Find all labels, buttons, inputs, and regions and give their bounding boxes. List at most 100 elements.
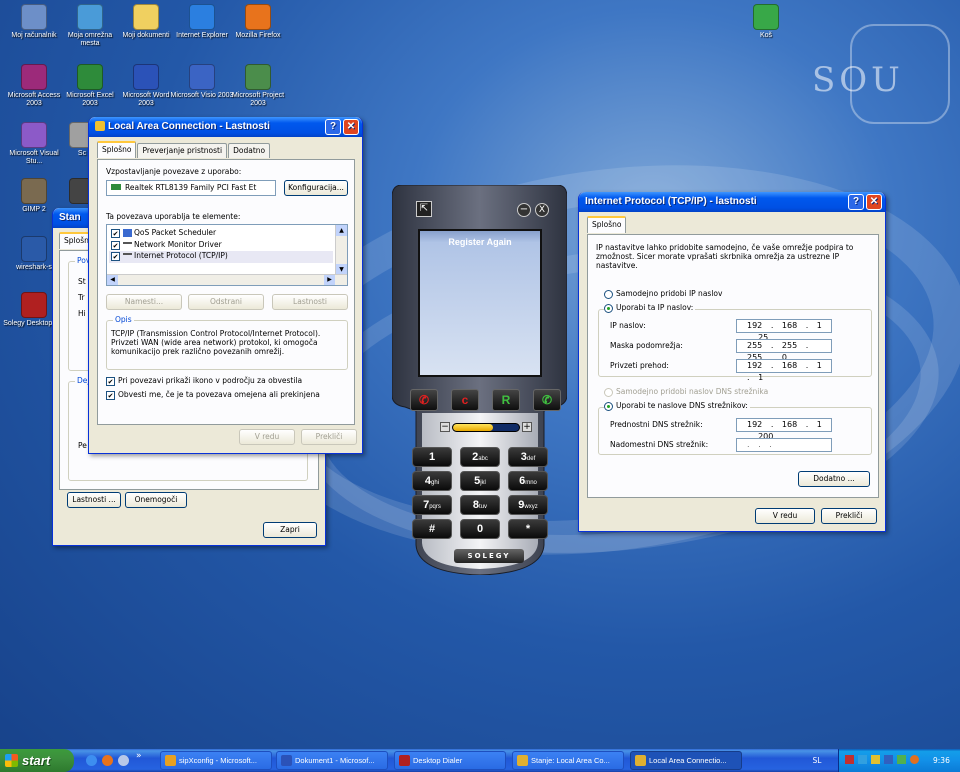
components-list[interactable]: ✔ QoS Packet Scheduler ✔ Network Monitor D…	[106, 224, 348, 286]
quick-launch-overflow[interactable]: »	[136, 751, 142, 761]
clock[interactable]: 9:36	[933, 749, 950, 772]
tray-icon-4[interactable]	[884, 755, 893, 764]
list-item[interactable]: ✔ Network Monitor Driver	[111, 240, 222, 250]
tray-icon-1[interactable]	[845, 755, 854, 764]
close-icon[interactable]: X	[535, 203, 549, 217]
tray-icon-3[interactable]	[871, 755, 880, 764]
help-icon[interactable]: ?	[325, 119, 341, 135]
manual-dns-option[interactable]: Uporabi te naslove DNS strežnikov:	[604, 401, 750, 411]
checkbox-checked[interactable]: ✔	[111, 251, 120, 261]
keypad-key[interactable]: 0	[460, 519, 500, 539]
subnet-mask-field[interactable]: 255 . 255 . 255 . 0	[736, 339, 832, 362]
close-icon[interactable]: ✕	[866, 194, 882, 210]
status-close-button[interactable]: Zapri	[263, 522, 317, 538]
clear-button[interactable]: c	[451, 389, 479, 411]
horizontal-scrollbar[interactable]: ◀ ▶	[107, 274, 347, 285]
list-item[interactable]: ✔ QoS Packet Scheduler	[111, 228, 216, 238]
ok-button[interactable]: V redu	[239, 429, 295, 445]
keypad-key[interactable]: 7pqrs	[412, 495, 452, 515]
manual-ip-option[interactable]: Uporabi ta IP naslov:	[604, 303, 696, 313]
component-properties-button[interactable]: Lastnosti	[272, 294, 348, 310]
volume-up-icon[interactable]: +	[522, 422, 532, 432]
start-button[interactable]: start	[0, 749, 74, 772]
tab-general[interactable]: Splošno	[97, 141, 137, 158]
scroll-right-icon[interactable]: ▶	[324, 275, 335, 285]
taskbar-item-sipxconfig[interactable]: sipXconfig - Microsoft...	[160, 751, 272, 770]
language-indicator[interactable]: SL	[804, 749, 830, 772]
show-icon-option[interactable]: ✔ Pri povezavi prikaži ikono v področju z…	[106, 376, 302, 386]
disable-button[interactable]: Onemogoči	[125, 492, 187, 508]
scroll-up-icon[interactable]: ▲	[336, 225, 347, 236]
desktop-icon-internet-explorer[interactable]: Internet Explorer	[170, 4, 234, 40]
cancel-button[interactable]: Prekliči	[301, 429, 357, 445]
tray-icon-5[interactable]	[897, 755, 906, 764]
auto-dns-option[interactable]: Samodejno pridobi naslov DNS strežnika	[604, 387, 768, 397]
install-button[interactable]: Namesti...	[106, 294, 182, 310]
keypad-key[interactable]: 3def	[508, 447, 548, 467]
checkbox-checked[interactable]: ✔	[111, 228, 120, 238]
lan-properties-titlebar[interactable]: Local Area Connection - Lastnosti ? ✕	[89, 117, 362, 137]
ie-quick-launch-icon[interactable]	[86, 755, 97, 766]
close-icon[interactable]: ✕	[343, 119, 359, 135]
ok-button[interactable]: V redu	[755, 508, 815, 524]
firefox-quick-launch-icon[interactable]	[102, 755, 113, 766]
preferred-dns-field[interactable]: 192 . 168 . 1 . 200	[736, 418, 832, 441]
taskbar-item-lan-properties[interactable]: Local Area Connectio...	[630, 751, 742, 770]
taskbar-item-desktop-dialer[interactable]: Desktop Dialer	[394, 751, 506, 770]
expand-icon[interactable]: ⇱	[416, 201, 432, 217]
help-icon[interactable]: ?	[848, 194, 864, 210]
auto-ip-option[interactable]: Samodejno pridobi IP naslov	[604, 289, 722, 299]
taskbar-item-word[interactable]: Dokument1 - Microsof...	[276, 751, 388, 770]
call-icon[interactable]: ✆	[533, 389, 561, 411]
minimize-icon[interactable]: −	[517, 203, 531, 217]
scroll-left-icon[interactable]: ◀	[107, 275, 118, 285]
checkbox-checked[interactable]: ✔	[111, 240, 120, 250]
desktop-icon-visio[interactable]: Microsoft Visio 2003	[170, 64, 234, 100]
keypad-key[interactable]: #	[412, 519, 452, 539]
uninstall-button[interactable]: Odstrani	[188, 294, 264, 310]
keypad-key[interactable]: 9wxyz	[508, 495, 548, 515]
alternate-dns-field[interactable]: . . .	[736, 438, 832, 452]
keypad-key[interactable]: 8tuv	[460, 495, 500, 515]
desktop-icon-firefox[interactable]: Mozilla Firefox	[226, 4, 290, 40]
radio-selected[interactable]	[604, 303, 613, 313]
keypad-key[interactable]: *	[508, 519, 548, 539]
keypad-key[interactable]: 5jkl	[460, 471, 500, 491]
hangup-icon[interactable]: ✆	[410, 389, 438, 411]
desktop-icon-excel[interactable]: Microsoft Excel 2003	[58, 64, 122, 108]
default-gateway-field[interactable]: 192 . 168 . 1 . 1	[736, 359, 832, 382]
radio-selected[interactable]	[604, 401, 613, 411]
checkbox-checked[interactable]: ✔	[106, 376, 115, 386]
tab-advanced[interactable]: Dodatno	[228, 143, 271, 158]
tcpip-titlebar[interactable]: Internet Protocol (TCP/IP) - lastnosti ?…	[579, 192, 885, 212]
tray-icon-6[interactable]	[910, 755, 919, 764]
keypad-key[interactable]: 4ghi	[412, 471, 452, 491]
status-properties-button[interactable]: Lastnosti ...	[67, 492, 121, 508]
list-item-selected[interactable]: ✔ Internet Protocol (TCP/IP)	[109, 251, 333, 263]
desktop-icon-word[interactable]: Microsoft Word 2003	[114, 64, 178, 108]
keypad-key[interactable]: 1	[412, 447, 452, 467]
checkbox-checked[interactable]: ✔	[106, 390, 115, 400]
volume-down-icon[interactable]: −	[440, 422, 450, 432]
ip-address-field[interactable]: 192 . 168 . 1 . 25	[736, 319, 832, 342]
volume-slider[interactable]	[452, 423, 520, 432]
radio-disabled[interactable]	[604, 387, 613, 397]
notify-option[interactable]: ✔ Obvesti me, če je ta povezava omejena a…	[106, 390, 320, 400]
desktop-icon-access[interactable]: Microsoft Access 2003	[2, 64, 66, 108]
desktop-icon-project[interactable]: Microsoft Project 2003	[226, 64, 290, 108]
tab-authentication[interactable]: Preverjanje pristnosti	[137, 143, 228, 158]
redial-button[interactable]: R	[492, 389, 520, 411]
app-quick-launch-icon[interactable]	[118, 755, 129, 766]
vertical-scrollbar[interactable]: ▲ ▼	[335, 225, 347, 275]
keypad-key[interactable]: 2abc	[460, 447, 500, 467]
cancel-button[interactable]: Prekliči	[821, 508, 877, 524]
desktop-icon-recycle-bin[interactable]: Koš	[734, 4, 798, 40]
tab-general[interactable]: Splošno	[587, 216, 627, 233]
configure-button[interactable]: Konfiguracija...	[284, 180, 348, 196]
radio-unselected[interactable]	[604, 289, 613, 299]
taskbar-item-status[interactable]: Stanje: Local Area Co...	[512, 751, 624, 770]
desktop-icon-my-documents[interactable]: Moji dokumenti	[114, 4, 178, 40]
register-again-button[interactable]: Register Again	[420, 231, 540, 247]
tray-icon-2[interactable]	[858, 755, 867, 764]
advanced-button[interactable]: Dodatno ...	[798, 471, 870, 487]
